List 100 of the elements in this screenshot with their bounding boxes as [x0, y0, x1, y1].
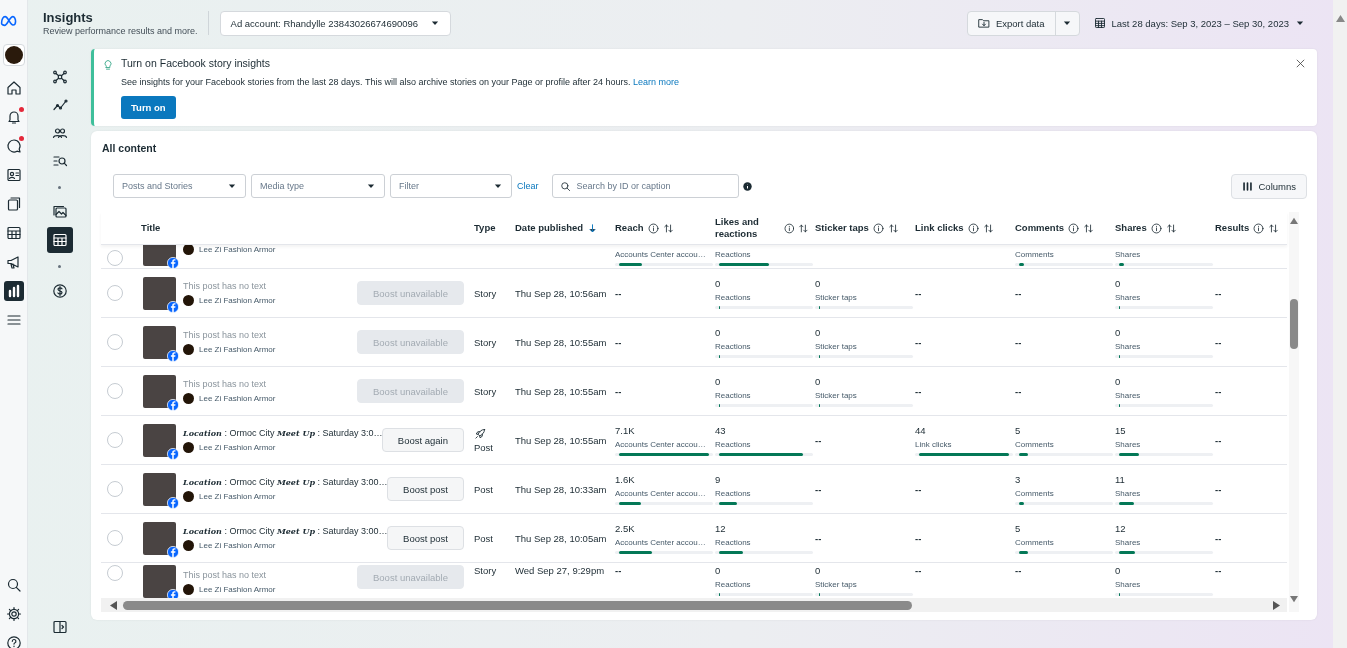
metric-value: --: [615, 385, 622, 397]
metric-value: 12: [715, 522, 726, 535]
columns-button[interactable]: Columns: [1230, 173, 1307, 199]
row-select-radio[interactable]: [107, 432, 123, 448]
metric-label: Sticker taps: [815, 579, 857, 590]
author-name: Lee Zi Fashion Armor: [199, 394, 276, 403]
post-title: Location : Ormoc City Meet Up : Saturday 3:00…: [183, 476, 388, 488]
metric-label: Reactions: [715, 291, 751, 303]
metric-label: Reactions: [715, 389, 751, 401]
metric-value: 0: [715, 326, 721, 339]
sort-icon[interactable]: [887, 222, 899, 234]
metric-label: Sticker taps: [815, 340, 857, 352]
turn-on-button[interactable]: Turn on: [121, 96, 176, 119]
column-header[interactable]: Comments: [1015, 222, 1065, 234]
metric-label: Shares: [1115, 438, 1141, 450]
post-type: Post: [474, 441, 494, 453]
scroll-right-icon[interactable]: [1273, 600, 1281, 610]
info-icon[interactable]: [1253, 222, 1265, 234]
date-range-picker[interactable]: Last 28 days: Sep 3, 2023 – Sep 30, 2023: [1091, 10, 1307, 36]
separator-dot: [58, 186, 61, 189]
scrollbar-thumb[interactable]: [123, 600, 912, 610]
author-avatar: [183, 442, 194, 453]
scroll-down-icon[interactable]: [1290, 595, 1298, 604]
sort-icon[interactable]: [662, 222, 674, 234]
row-select-radio[interactable]: [107, 285, 123, 301]
sort-icon[interactable]: [1083, 222, 1095, 234]
row-select-radio[interactable]: [107, 530, 123, 546]
post-type: Post: [474, 483, 494, 495]
scroll-up-icon[interactable]: [1335, 14, 1345, 22]
filter-dropdown[interactable]: Posts and Stories: [113, 174, 246, 198]
metric-value: 0: [815, 277, 821, 290]
calendar-icon: [1093, 17, 1106, 29]
ad-account-dropdown[interactable]: Ad account: Rhandylle 23843026674690096: [219, 10, 452, 36]
metric-value: --: [1015, 336, 1022, 348]
scroll-left-icon[interactable]: [109, 600, 117, 610]
metric-value: 9: [715, 473, 721, 486]
filter-dropdown[interactable]: Media type: [251, 174, 385, 198]
metric-label: Reactions: [715, 579, 751, 590]
boost-button[interactable]: Boost post: [387, 526, 464, 550]
column-header[interactable]: Reach: [615, 222, 644, 234]
metric-value: 5: [1015, 424, 1021, 437]
info-icon[interactable]: [1150, 222, 1162, 234]
banner-title: Turn on Facebook story insights: [121, 57, 270, 70]
scroll-up-icon[interactable]: [1290, 216, 1298, 225]
metric-value: --: [1215, 532, 1222, 544]
sort-icon[interactable]: [798, 222, 809, 234]
metric-value: 3: [1015, 473, 1021, 486]
sort-descending-icon[interactable]: [587, 222, 599, 234]
row-select-radio[interactable]: [107, 250, 123, 266]
info-icon: [742, 181, 752, 191]
metric-label: Shares: [1115, 291, 1141, 303]
scrollbar-thumb[interactable]: [1290, 299, 1298, 349]
close-icon[interactable]: [1295, 57, 1307, 69]
bar-chart-icon[interactable]: [3, 281, 24, 301]
folder-download-icon: [977, 17, 990, 29]
info-icon[interactable]: [783, 222, 795, 234]
metric-label: Comments: [1015, 438, 1054, 450]
info-icon[interactable]: [647, 222, 659, 234]
author-avatar: [183, 295, 194, 306]
metric-value: --: [1015, 287, 1022, 299]
metric-value: --: [1215, 565, 1222, 576]
post-type: Post: [474, 532, 494, 544]
metric-label: Reactions: [715, 487, 751, 499]
date-published: Thu Sep 28, 10:55am: [515, 336, 607, 348]
sort-icon[interactable]: [1165, 222, 1177, 234]
boost-button[interactable]: Boost post: [387, 477, 464, 501]
metric-value: --: [1215, 434, 1222, 446]
filter-dropdown[interactable]: Filter: [390, 174, 512, 198]
metric-value: 0: [715, 565, 721, 577]
page-avatar[interactable]: [2, 44, 25, 66]
row-select-radio[interactable]: [107, 565, 123, 581]
photo-placeholder: [143, 423, 176, 457]
info-icon[interactable]: [967, 222, 979, 234]
column-header[interactable]: Sticker taps: [815, 222, 869, 234]
info-icon[interactable]: [1068, 222, 1080, 234]
metric-value: 0: [1115, 565, 1121, 577]
clear-link[interactable]: Clear: [517, 181, 539, 191]
learn-more-link[interactable]: Learn more: [633, 77, 680, 87]
metric-value: --: [615, 336, 622, 348]
sort-icon[interactable]: [1268, 222, 1280, 234]
info-icon[interactable]: [872, 222, 884, 234]
column-header[interactable]: Date published: [515, 222, 584, 234]
column-header[interactable]: Likes and reactions: [715, 216, 776, 240]
table-icon[interactable]: [46, 227, 73, 253]
column-header[interactable]: Shares: [1115, 222, 1147, 234]
sort-icon[interactable]: [982, 222, 994, 234]
metric-value: 2.5K: [615, 522, 635, 535]
column-header[interactable]: Link clicks: [915, 222, 964, 234]
row-select-radio[interactable]: [107, 481, 123, 497]
author-avatar: [183, 491, 194, 502]
search-field[interactable]: Search by ID or caption: [551, 174, 739, 198]
metric-value: --: [915, 287, 922, 299]
row-select-radio[interactable]: [107, 383, 123, 399]
boost-button[interactable]: Boost again: [381, 428, 464, 452]
column-header[interactable]: Type: [474, 222, 496, 234]
social-badge-icon: [167, 398, 179, 411]
column-header[interactable]: Title: [141, 222, 161, 234]
row-select-radio[interactable]: [107, 334, 123, 350]
metric-label: Accounts Center accou…: [615, 438, 706, 450]
column-header[interactable]: Results: [1215, 222, 1250, 234]
